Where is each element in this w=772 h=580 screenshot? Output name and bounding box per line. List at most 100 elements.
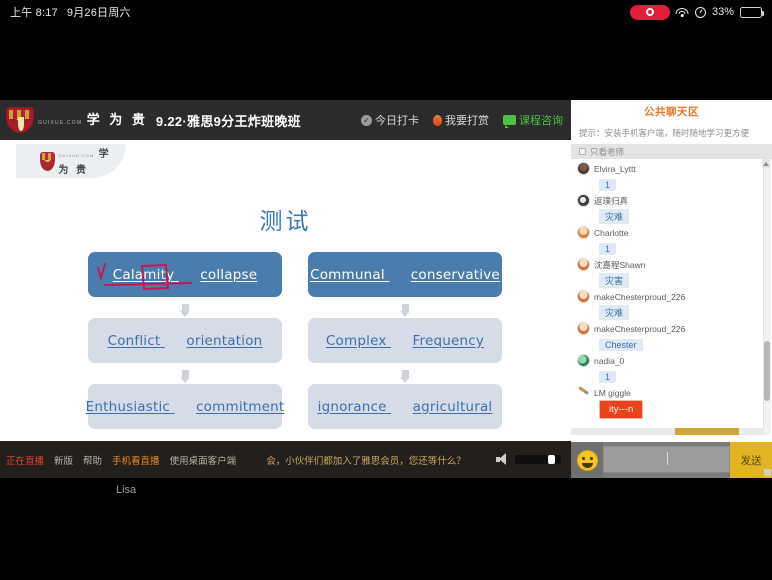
- diagram-column-left: Calamity collapse Conflict orientation E…: [85, 252, 285, 429]
- mobile-live-link[interactable]: 手机看直播: [112, 453, 160, 467]
- chat-message-header: makeChesterproud_226: [577, 322, 762, 336]
- diagram-node[interactable]: Conflict orientation: [88, 318, 282, 363]
- chat-message-header: 返璞归真: [577, 194, 762, 208]
- presenter-name: Lisa: [116, 484, 137, 496]
- course-consult-button[interactable]: 课程咨询: [503, 112, 563, 128]
- avatar: [577, 162, 590, 176]
- chat-horizontal-scrollbar[interactable]: [571, 428, 764, 436]
- diagram-node[interactable]: Enthusiastic commitment: [85, 384, 285, 429]
- volume-knob[interactable]: [548, 455, 556, 464]
- status-bar-right: 33%: [629, 4, 765, 20]
- diagram-node[interactable]: Complex Frequency: [308, 318, 502, 363]
- player-links: 正在直播 新版 帮助 手机看直播 使用桌面客户端: [0, 453, 236, 467]
- node-word-b: Frequency: [412, 332, 485, 349]
- chat-username: Charlotte: [594, 227, 629, 238]
- rotation-lock-icon: [694, 6, 706, 18]
- volume-control[interactable]: [496, 453, 571, 466]
- chat-message[interactable]: 返璞归真 灾难: [577, 194, 762, 225]
- node-text: ignorance agricultural: [318, 399, 493, 415]
- check-circle-icon: ✓: [361, 114, 372, 126]
- player-bar: 正在直播 新版 帮助 手机看直播 使用桌面客户端 会，小伙伴们都加入了雅思会员，…: [0, 441, 571, 478]
- node-word-a: ignorance: [317, 398, 387, 415]
- slide-watermark: GUIXUE.COM 学 为 贵: [16, 144, 126, 178]
- chat-message-input[interactable]: [603, 446, 730, 473]
- avatar: [577, 258, 590, 272]
- new-version-link[interactable]: 新版: [54, 453, 73, 467]
- chat-message[interactable]: makeChesterproud_226 灾难: [577, 290, 762, 321]
- wifi-icon: [675, 7, 689, 18]
- bottom-black-area: Lisa: [0, 478, 772, 580]
- arrow-down-icon: [88, 297, 282, 318]
- chat-message-header: makeChesterproud_226: [577, 290, 762, 304]
- node-word-a: Enthusiastic: [85, 398, 171, 415]
- node-word-b: collapse: [200, 266, 258, 283]
- speaker-icon[interactable]: [496, 453, 510, 466]
- avatar: [577, 322, 590, 336]
- chevron-up-icon[interactable]: [762, 159, 770, 169]
- node-word-a: Calamity: [112, 266, 175, 283]
- battery-percent: 33%: [711, 6, 734, 18]
- volume-slider[interactable]: [515, 455, 561, 464]
- node-word-b: commitment: [196, 398, 285, 415]
- arrow-down-icon: [88, 363, 282, 384]
- chat-message-text: Chester: [599, 339, 643, 352]
- diagram-node[interactable]: Calamity collapse: [88, 252, 282, 297]
- chat-panel-title: 公共聊天区: [644, 105, 699, 118]
- chat-message-text: 1: [599, 179, 617, 192]
- tip-label: 我要打赏: [445, 115, 489, 127]
- avatar: [577, 194, 590, 208]
- chat-message-header: Elvira_Lyttt: [577, 162, 762, 176]
- chat-message[interactable]: Elvira_Lyttt 1: [577, 162, 762, 193]
- chat-username: makeChesterproud_226: [594, 323, 686, 334]
- checkbox-icon[interactable]: [579, 148, 586, 156]
- chat-message-header: Charlotte: [577, 226, 762, 240]
- chat-username: Elvira_Lyttt: [594, 163, 636, 174]
- help-link[interactable]: 帮助: [83, 453, 102, 467]
- chat-scrollbar[interactable]: [762, 159, 771, 436]
- node-text: Conflict orientation: [108, 333, 263, 349]
- chat-message-header: LM giggle: [577, 386, 762, 399]
- status-bar-left: 上午 8:17 9月26日周六: [10, 4, 131, 20]
- chat-scroll-thumb[interactable]: [764, 341, 770, 402]
- smiley-icon: [576, 449, 598, 471]
- chat-hint-text: 提示：安装手机客户端，随时随地学习更方便: [579, 128, 750, 138]
- teacher-only-label: 只看老师: [590, 146, 625, 157]
- status-time: 上午 8:17: [10, 7, 58, 19]
- chat-message-header: nadia_0: [577, 354, 762, 368]
- node-text: Complex Frequency: [326, 333, 484, 349]
- teacher-only-filter[interactable]: 只看老师: [571, 144, 772, 160]
- node-word-b: agricultural: [412, 398, 493, 415]
- chat-username: makeChesterproud_226: [594, 291, 686, 302]
- chat-message[interactable]: Charlotte 1: [577, 226, 762, 257]
- chat-hscroll-thumb[interactable]: [675, 428, 739, 436]
- checkin-button[interactable]: ✓ 今日打卡: [361, 112, 419, 128]
- node-word-b: conservative: [410, 266, 500, 283]
- record-icon[interactable]: [629, 4, 670, 20]
- battery-icon: [740, 6, 765, 18]
- chat-username: LM giggle: [594, 387, 631, 398]
- arrow-down-icon: [308, 363, 502, 384]
- brand-domain: GUIXUE.COM: [38, 120, 83, 126]
- chat-username: nadia_0: [594, 355, 625, 366]
- arrow-down-icon: [308, 297, 502, 318]
- node-word-a: Communal: [310, 266, 385, 283]
- crest-icon: [6, 107, 34, 133]
- chat-message-text: 灾难: [599, 209, 630, 225]
- node-text: Communal conservative: [310, 267, 500, 283]
- resize-handle[interactable]: [764, 469, 771, 476]
- emoji-button[interactable]: [571, 442, 603, 478]
- chat-message-list[interactable]: Elvira_Lyttt 1 返璞归真 灾难 Charlotte 1 沈嘉程Sh…: [571, 159, 772, 436]
- brand-name: 学 为 贵: [86, 112, 148, 127]
- chat-message[interactable]: 沈嘉程Shawn 灾害: [577, 258, 762, 289]
- chat-message[interactable]: nadia_0 1: [577, 354, 762, 385]
- diagram-node[interactable]: ignorance agricultural: [308, 384, 502, 429]
- chat-message[interactable]: makeChesterproud_226 Chester: [577, 322, 762, 353]
- chat-message-text: 灾难: [599, 305, 630, 321]
- chat-message[interactable]: LM giggle ity---n: [577, 386, 762, 420]
- slide-canvas[interactable]: GUIXUE.COM 学 为 贵 测试 Calamity collapse Co…: [0, 140, 571, 441]
- desktop-client-link[interactable]: 使用桌面客户端: [170, 453, 237, 467]
- diagram-node[interactable]: Communal conservative: [308, 252, 502, 297]
- record-dot-icon: [645, 8, 654, 16]
- tip-button[interactable]: 我要打赏: [433, 112, 489, 128]
- brand-logo[interactable]: GUIXUE.COM 学 为 贵: [6, 107, 148, 133]
